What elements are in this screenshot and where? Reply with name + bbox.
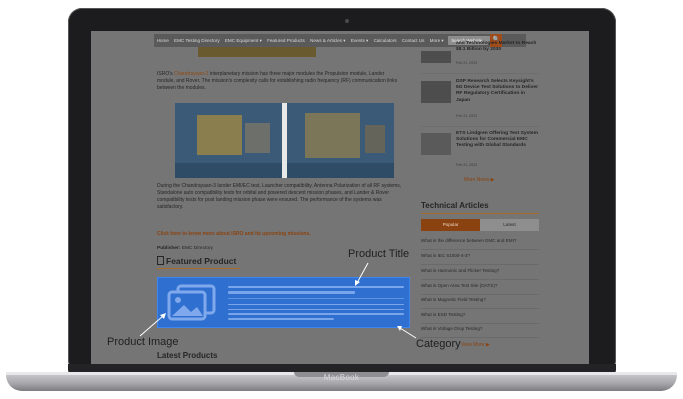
arrow-line-image [139, 315, 164, 337]
arrow-line-category [399, 327, 417, 339]
callout-arrows [139, 262, 417, 339]
arrow-line-title [356, 262, 369, 284]
arrow-head-title [355, 280, 360, 286]
